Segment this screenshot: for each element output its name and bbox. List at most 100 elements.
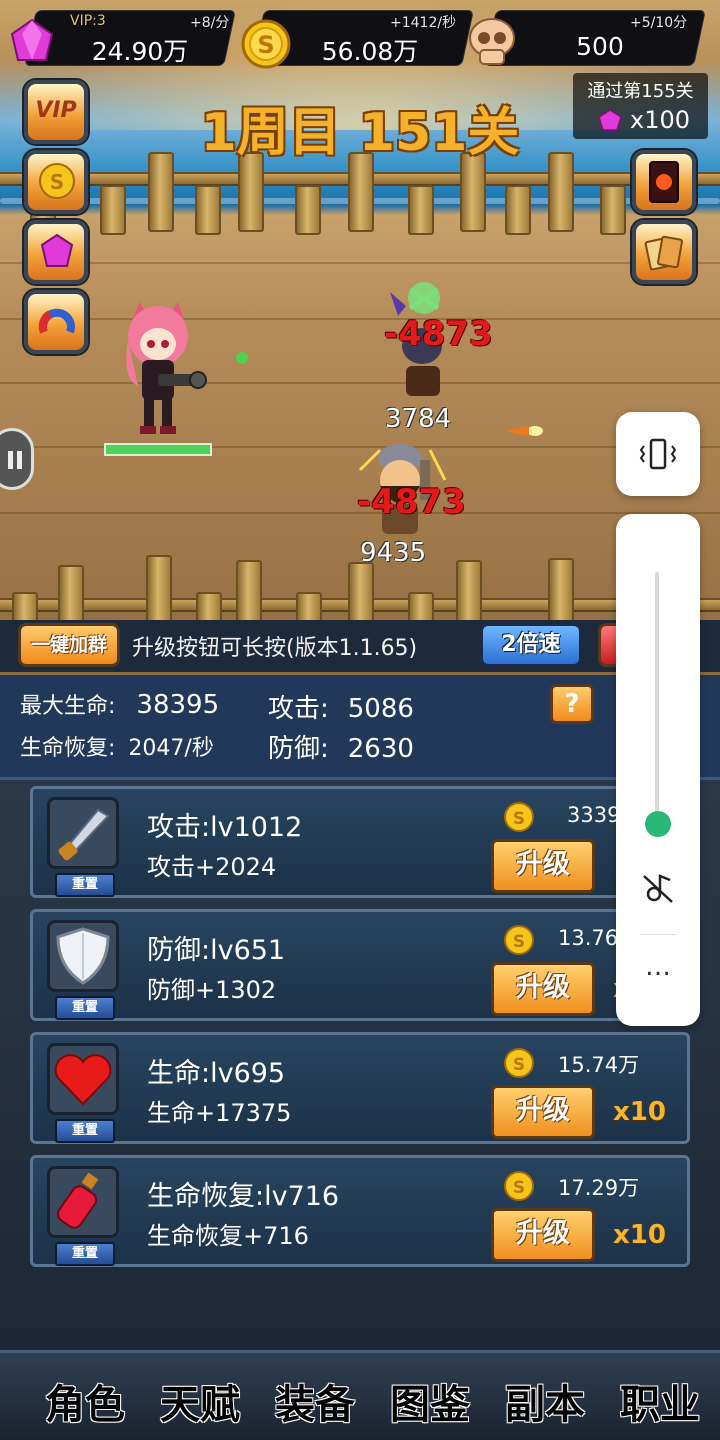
pass-text: 通过第155关 (587, 81, 694, 102)
gem-icon (40, 233, 74, 267)
coin-icon: S (504, 925, 534, 955)
fence-post (146, 555, 172, 623)
upgrade-button[interactable]: 升级 (491, 962, 595, 1016)
news-message: 升级按钮可长按(版本1.1.65) (132, 636, 418, 661)
nav-tab-class[interactable]: 职业 (605, 1372, 715, 1430)
regen-stat: 生命恢复: 2047/秒 (20, 730, 214, 762)
upgrade-title: 生命恢复:lv716 (147, 1181, 340, 1212)
attack-stat: 攻击: 5086 (268, 688, 414, 725)
deck-plank (0, 262, 720, 264)
max-hp-stat: 最大生命: 38395 (20, 688, 219, 720)
row-icon-frame (47, 797, 119, 869)
skull-rate: +5/10分 (630, 15, 688, 31)
svg-text:S: S (50, 170, 64, 194)
upgrade-row-attack: 重置 攻击:lv1012 攻击+2024 S 3339 升级 (30, 786, 690, 898)
nav-tab-character[interactable]: 角色 (30, 1372, 140, 1430)
upgrade-row-hp: 重置 生命:lv695 生命+17375 S 15.74万 升级 x10 (30, 1032, 690, 1144)
coin-value: 56.08万 (321, 37, 419, 66)
reset-button[interactable]: 重置 (55, 1242, 115, 1266)
sword-icon (58, 808, 110, 861)
defense-label: 防御: (268, 734, 329, 764)
nav-tab-talent[interactable]: 天赋 (145, 1372, 255, 1430)
regen-label: 生命恢复: (20, 736, 116, 761)
gem-rate: +8/分 (190, 15, 230, 31)
max-hp-label: 最大生命: (20, 694, 116, 719)
stage-title: 1周目 151关 (200, 103, 520, 163)
help-button[interactable]: ? (550, 684, 594, 724)
upgrade-button[interactable]: 升级 (491, 1208, 595, 1262)
reset-button[interactable]: 重置 (55, 1119, 115, 1143)
gem-shop-button[interactable] (24, 220, 88, 284)
fence-post (195, 185, 221, 235)
upgrade-effect: 攻击+2024 (147, 853, 277, 881)
hero-hp-bar (104, 443, 212, 456)
max-hp-value: 38395 (136, 690, 220, 720)
pause-button[interactable] (0, 428, 34, 490)
vibrate-toggle[interactable] (616, 412, 700, 496)
nav-tab-dungeon[interactable]: 副本 (490, 1372, 600, 1430)
coin-rate: +1412/秒 (390, 15, 457, 31)
cards-icon (644, 235, 683, 271)
fence-post (548, 152, 574, 232)
coin-shop-button[interactable]: S (24, 150, 88, 214)
vip-level: VIP:3 (70, 13, 106, 29)
magnet-icon (38, 308, 75, 334)
cards-deck-button[interactable] (632, 220, 696, 284)
pass-reward-box[interactable]: 通过第155关 x100 (573, 73, 708, 139)
mute-icon[interactable] (640, 870, 676, 906)
fence-post (456, 560, 482, 622)
vibrate-icon (639, 438, 677, 470)
divider (640, 934, 676, 935)
upgrade-row-defense: 重置 防御:lv651 防御+1302 S 13.76 升级 x (30, 909, 690, 1021)
deck-plank (0, 318, 720, 320)
vip-button-label: VIP (35, 98, 77, 123)
fence-post (148, 152, 174, 232)
upgrade-button[interactable]: 升级 (491, 839, 595, 893)
potion-icon (57, 1172, 99, 1229)
reset-button[interactable]: 重置 (55, 873, 115, 897)
upgrade-multiplier[interactable]: x10 (613, 1097, 666, 1127)
fence-post (196, 592, 222, 622)
projectile-icon (236, 352, 248, 364)
coin-icon: S (504, 1048, 534, 1078)
row-icon-frame (47, 1043, 119, 1115)
fence-post (600, 185, 626, 235)
skull-value: 500 (576, 32, 624, 61)
upgrade-cost: 15.74万 (558, 1053, 640, 1077)
coin-icon: S (241, 19, 291, 69)
volume-slider-knob[interactable] (645, 811, 671, 837)
join-group-button[interactable]: 一键加群 (18, 623, 120, 667)
upgrade-cost: 3339 (567, 803, 621, 827)
fence-post (295, 185, 321, 235)
upgrade-multiplier[interactable]: x10 (613, 1220, 666, 1250)
fence-post (296, 592, 322, 622)
reset-button[interactable]: 重置 (55, 996, 115, 1020)
fence-post (58, 565, 84, 623)
attack-label: 攻击: (268, 694, 329, 724)
fence-post (100, 185, 126, 235)
more-options-button[interactable]: … (616, 952, 700, 982)
gem-icon (598, 109, 622, 131)
fireball-icon (505, 426, 543, 436)
vip-button[interactable]: VIP (24, 80, 88, 144)
coin-icon: S (504, 802, 534, 832)
defense-value: 2630 (347, 734, 414, 764)
speed-button[interactable]: 2倍速 (480, 623, 582, 667)
upgrade-button[interactable]: 升级 (491, 1085, 595, 1139)
fence-post (408, 185, 434, 235)
nav-tab-codex[interactable]: 图鉴 (375, 1372, 485, 1430)
magnet-button[interactable] (24, 290, 88, 354)
coin-icon: S (504, 1171, 534, 1201)
upgrade-title: 攻击:lv1012 (147, 812, 303, 843)
upgrade-title: 防御:lv651 (147, 935, 286, 966)
volume-slider-track[interactable] (655, 572, 659, 824)
coin-icon: S (39, 163, 75, 199)
svg-text:S: S (257, 31, 274, 59)
nav-tab-equipment[interactable]: 装备 (260, 1372, 370, 1430)
upgrade-title: 生命:lv695 (147, 1058, 286, 1089)
attack-value: 5086 (347, 694, 414, 724)
heart-icon (54, 1054, 112, 1106)
hit-number: 9435 (360, 538, 427, 568)
fence-post (12, 592, 38, 622)
card-button[interactable] (632, 150, 696, 214)
